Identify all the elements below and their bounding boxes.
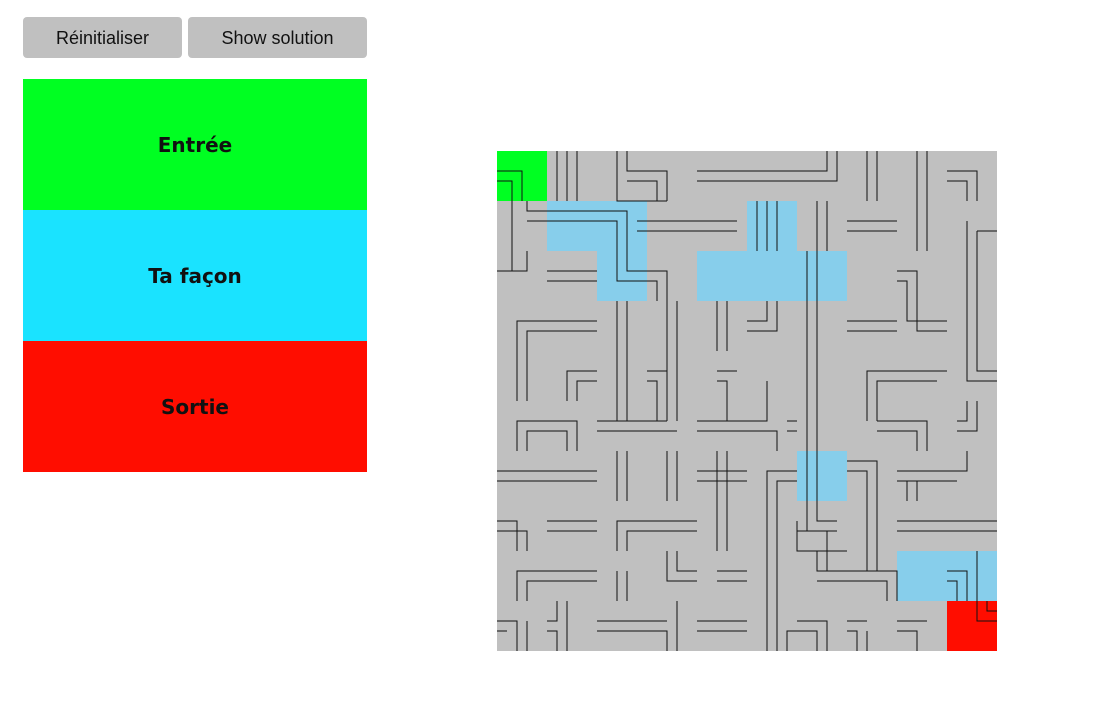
- legend-path: Ta façon: [23, 210, 367, 341]
- maze-path-cell[interactable]: [797, 251, 847, 301]
- maze-path-cell[interactable]: [747, 251, 797, 301]
- legend-exit: Sortie: [23, 341, 367, 472]
- legend-entry-label: Entrée: [157, 132, 233, 157]
- maze-exit-cell[interactable]: [947, 601, 997, 651]
- show-solution-button[interactable]: Show solution: [188, 17, 367, 58]
- maze-path-cell[interactable]: [547, 201, 597, 251]
- maze-path-cell[interactable]: [797, 451, 847, 501]
- maze-path-cell[interactable]: [947, 551, 997, 601]
- maze-board[interactable]: [497, 151, 997, 651]
- legend-exit-label: Sortie: [161, 394, 229, 419]
- legend-entry: Entrée: [23, 79, 367, 210]
- maze-path-cell[interactable]: [697, 251, 747, 301]
- maze-path-cell[interactable]: [747, 201, 797, 251]
- maze-path-cell[interactable]: [897, 551, 947, 601]
- maze-path-cell[interactable]: [597, 251, 647, 301]
- maze-path-cell[interactable]: [597, 201, 647, 251]
- reset-button[interactable]: Réinitialiser: [23, 17, 182, 58]
- legend-path-label: Ta façon: [148, 263, 242, 288]
